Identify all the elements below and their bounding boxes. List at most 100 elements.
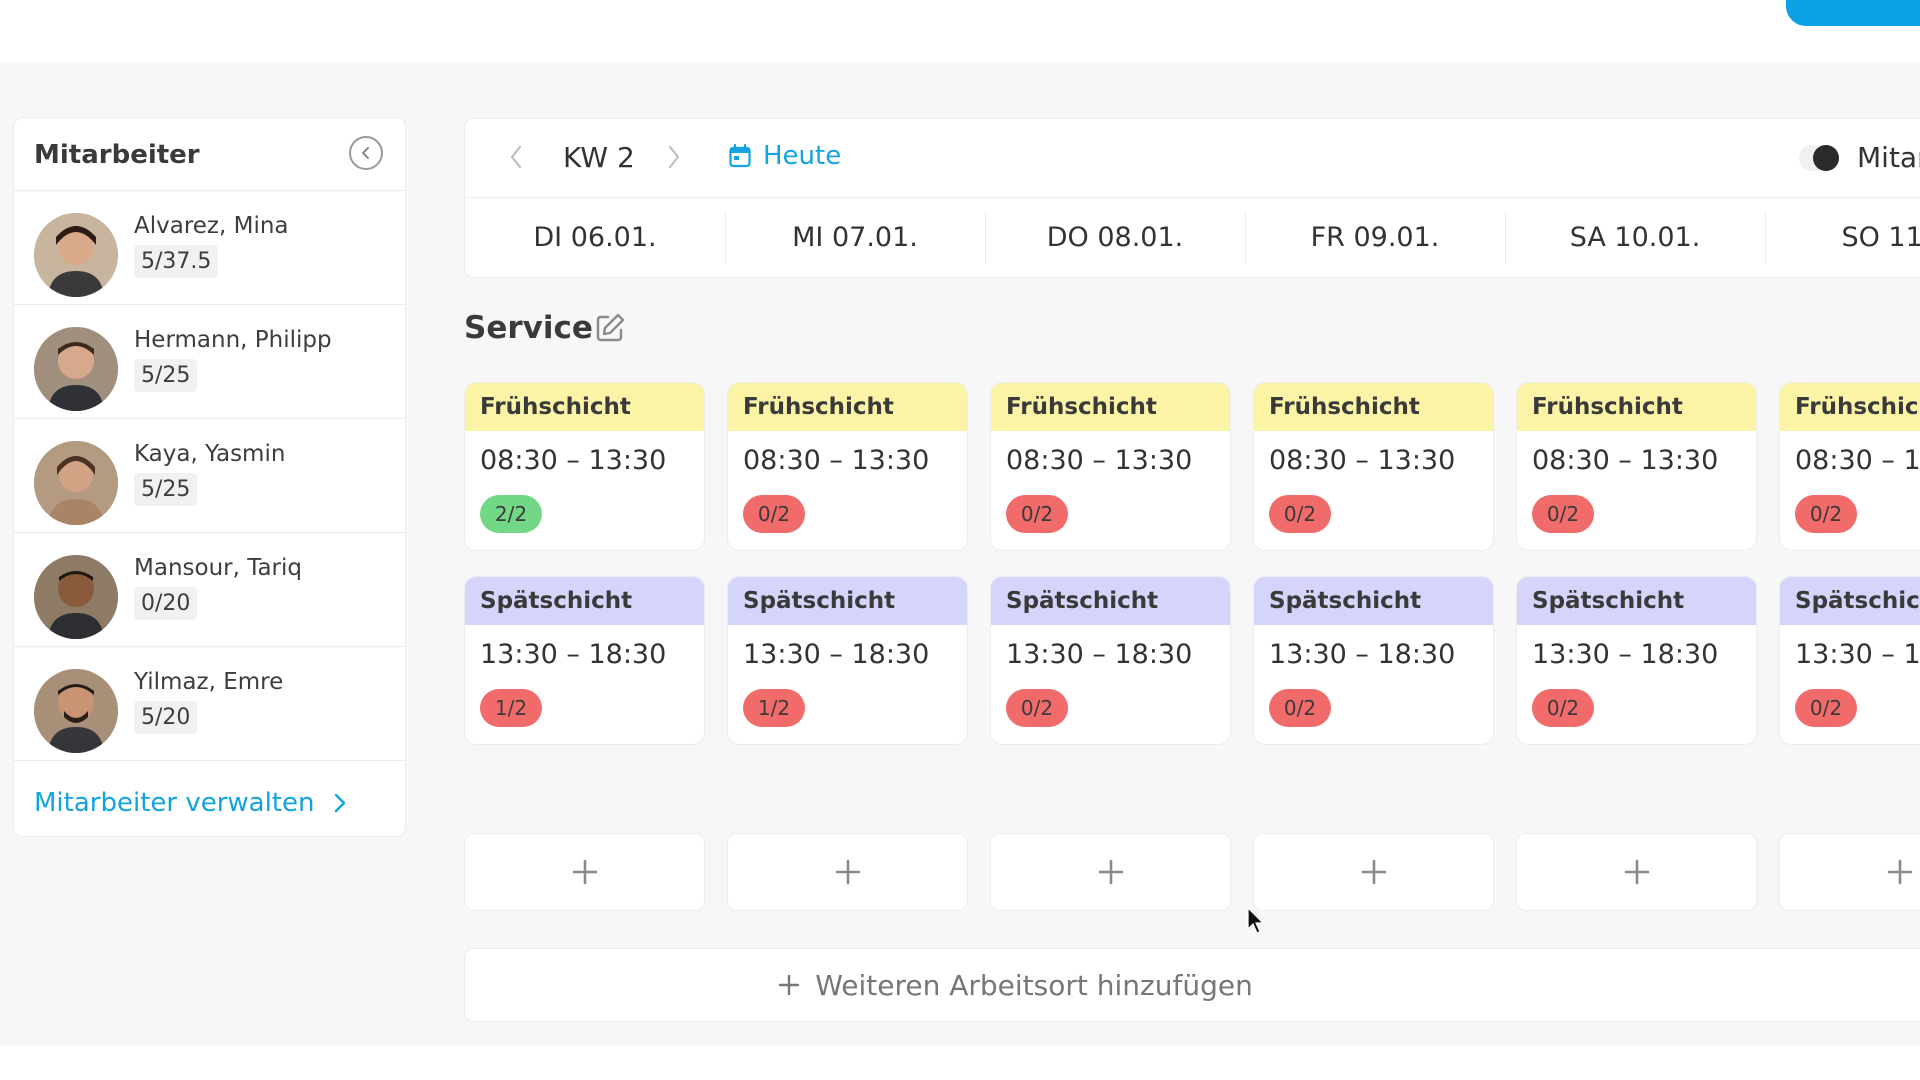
add-location-button[interactable]: Weiteren Arbeitsort hinzufügen: [464, 948, 1920, 1022]
shift-name: Spätschicht: [465, 577, 704, 625]
week-nav-row: KW 2 Heute Mitar: [465, 119, 1920, 198]
early-shift-card[interactable]: Frühschicht 08:30 – 13:30 2/2: [464, 382, 705, 551]
early-shift-card[interactable]: Frühschich 08:30 – 13 0/2: [1779, 382, 1920, 551]
week-navigation-card: KW 2 Heute Mitar DI 06.01. MI 07.01. DO 08…: [464, 118, 1920, 278]
staffing-badge: 0/2: [1532, 495, 1594, 533]
early-shift-card[interactable]: Frühschicht 08:30 – 13:30 0/2: [1253, 382, 1494, 551]
day-header: SO 11.0: [1841, 222, 1920, 253]
shift-time: 08:30 – 13:30: [1006, 445, 1193, 476]
avatar: [34, 441, 118, 525]
early-shift-card[interactable]: Frühschicht 08:30 – 13:30 0/2: [990, 382, 1231, 551]
staffing-badge: 2/2: [480, 495, 542, 533]
employee-item[interactable]: Hermann, Philipp 5/25: [14, 305, 405, 419]
shift-time: 08:30 – 13: [1795, 445, 1920, 476]
employee-view-toggle[interactable]: [1799, 145, 1839, 171]
add-shift-button[interactable]: [464, 833, 705, 911]
day-divider: [985, 212, 986, 264]
late-shift-card[interactable]: Spätschich 13:30 – 18 0/2: [1779, 576, 1920, 745]
late-shift-card[interactable]: Spätschicht 13:30 – 18:30 0/2: [1253, 576, 1494, 745]
add-shift-button[interactable]: [990, 833, 1231, 911]
late-shift-card[interactable]: Spätschicht 13:30 – 18:30 1/2: [464, 576, 705, 745]
add-shift-button[interactable]: [1253, 833, 1494, 911]
shift-time: 08:30 – 13:30: [743, 445, 930, 476]
late-shift-card[interactable]: Spätschicht 13:30 – 18:30 0/2: [1516, 576, 1757, 745]
shift-time: 08:30 – 13:30: [1532, 445, 1719, 476]
shift-time: 13:30 – 18: [1795, 639, 1920, 670]
calendar-icon: [729, 144, 751, 168]
employee-item[interactable]: Mansour, Tariq 0/20: [14, 533, 405, 647]
staffing-badge: 1/2: [480, 689, 542, 727]
employee-name: Yilmaz, Emre: [134, 669, 284, 695]
employee-name: Kaya, Yasmin: [134, 441, 286, 467]
shift-name: Spätschicht: [991, 577, 1230, 625]
shift-name: Frühschicht: [1254, 383, 1493, 431]
shift-time: 13:30 – 18:30: [480, 639, 667, 670]
sidebar-header: Mitarbeiter: [14, 118, 405, 191]
avatar: [34, 213, 118, 297]
add-location-content: Weiteren Arbeitsort hinzufügen: [777, 969, 1253, 1002]
staffing-badge: 1/2: [743, 689, 805, 727]
plus-icon: [1361, 859, 1386, 885]
plus-icon: [1887, 859, 1912, 885]
week-label: KW 2: [563, 141, 635, 174]
employee-hours: 0/20: [134, 587, 198, 620]
shift-time: 13:30 – 18:30: [1269, 639, 1456, 670]
shift-name: Frühschicht: [1517, 383, 1756, 431]
staffing-badge: 0/2: [1269, 689, 1331, 727]
avatar: [34, 669, 118, 753]
manage-employees-label: Mitarbeiter verwalten: [34, 788, 315, 818]
add-shift-button[interactable]: [1779, 833, 1920, 911]
add-shift-button[interactable]: [1516, 833, 1757, 911]
early-shift-card[interactable]: Frühschicht 08:30 – 13:30 0/2: [727, 382, 968, 551]
late-shift-card[interactable]: Spätschicht 13:30 – 18:30 0/2: [990, 576, 1231, 745]
next-week-button[interactable]: [667, 143, 681, 175]
plus-icon: [1098, 859, 1123, 885]
plus-icon: [572, 859, 597, 885]
day-divider: [1245, 212, 1246, 264]
shift-name: Frühschicht: [465, 383, 704, 431]
day-divider: [1765, 212, 1766, 264]
today-label: Heute: [763, 141, 842, 171]
shift-time: 13:30 – 18:30: [1006, 639, 1193, 670]
day-header: MI 07.01.: [792, 222, 918, 253]
late-shift-card[interactable]: Spätschicht 13:30 – 18:30 1/2: [727, 576, 968, 745]
employee-item[interactable]: Alvarez, Mina 5/37.5: [14, 191, 405, 305]
toggle-knob: [1813, 145, 1839, 171]
early-shift-card[interactable]: Frühschicht 08:30 – 13:30 0/2: [1516, 382, 1757, 551]
shift-name: Spätschich: [1780, 577, 1920, 625]
avatar: [34, 555, 118, 639]
edit-section-button[interactable]: [594, 312, 626, 348]
staffing-badge: 0/2: [1795, 689, 1857, 727]
manage-employees-link[interactable]: Mitarbeiter verwalten: [34, 788, 347, 818]
header-faint-text: [1635, 0, 1745, 10]
day-header: SA 10.01.: [1569, 222, 1701, 253]
collapse-sidebar-button[interactable]: [349, 136, 383, 170]
app-canvas: Mitarbeiter Alvarez, Mina 5/37.5 Hermann…: [0, 62, 1920, 1045]
previous-week-button[interactable]: [509, 143, 523, 175]
day-header: FR 09.01.: [1310, 222, 1440, 253]
chevron-right-icon: [668, 145, 680, 169]
day-header-row: DI 06.01. MI 07.01. DO 08.01. FR 09.01. SA 1…: [465, 198, 1920, 277]
employee-item[interactable]: Kaya, Yasmin 5/25: [14, 419, 405, 533]
shift-time: 13:30 – 18:30: [1532, 639, 1719, 670]
today-button[interactable]: Heute: [729, 141, 841, 171]
add-shift-button[interactable]: [727, 833, 968, 911]
day-header: DI 06.01.: [533, 222, 657, 253]
plus-icon: [778, 974, 800, 996]
shift-time: 13:30 – 18:30: [743, 639, 930, 670]
employee-hours: 5/25: [134, 359, 198, 392]
toggle-label: Mitar: [1857, 141, 1920, 174]
chevron-right-icon: [334, 793, 345, 813]
primary-action-button[interactable]: [1786, 0, 1920, 26]
shift-time: 08:30 – 13:30: [1269, 445, 1456, 476]
section-title: Service: [464, 310, 593, 346]
day-header: DO 08.01.: [1046, 222, 1184, 253]
plus-icon: [835, 859, 860, 885]
shift-name: Frühschicht: [991, 383, 1230, 431]
staffing-badge: 0/2: [1006, 689, 1068, 727]
employee-name: Mansour, Tariq: [134, 555, 303, 581]
plus-icon: [1624, 859, 1649, 885]
shift-name: Frühschicht: [728, 383, 967, 431]
avatar: [34, 327, 118, 411]
employee-item[interactable]: Yilmaz, Emre 5/20: [14, 647, 405, 761]
